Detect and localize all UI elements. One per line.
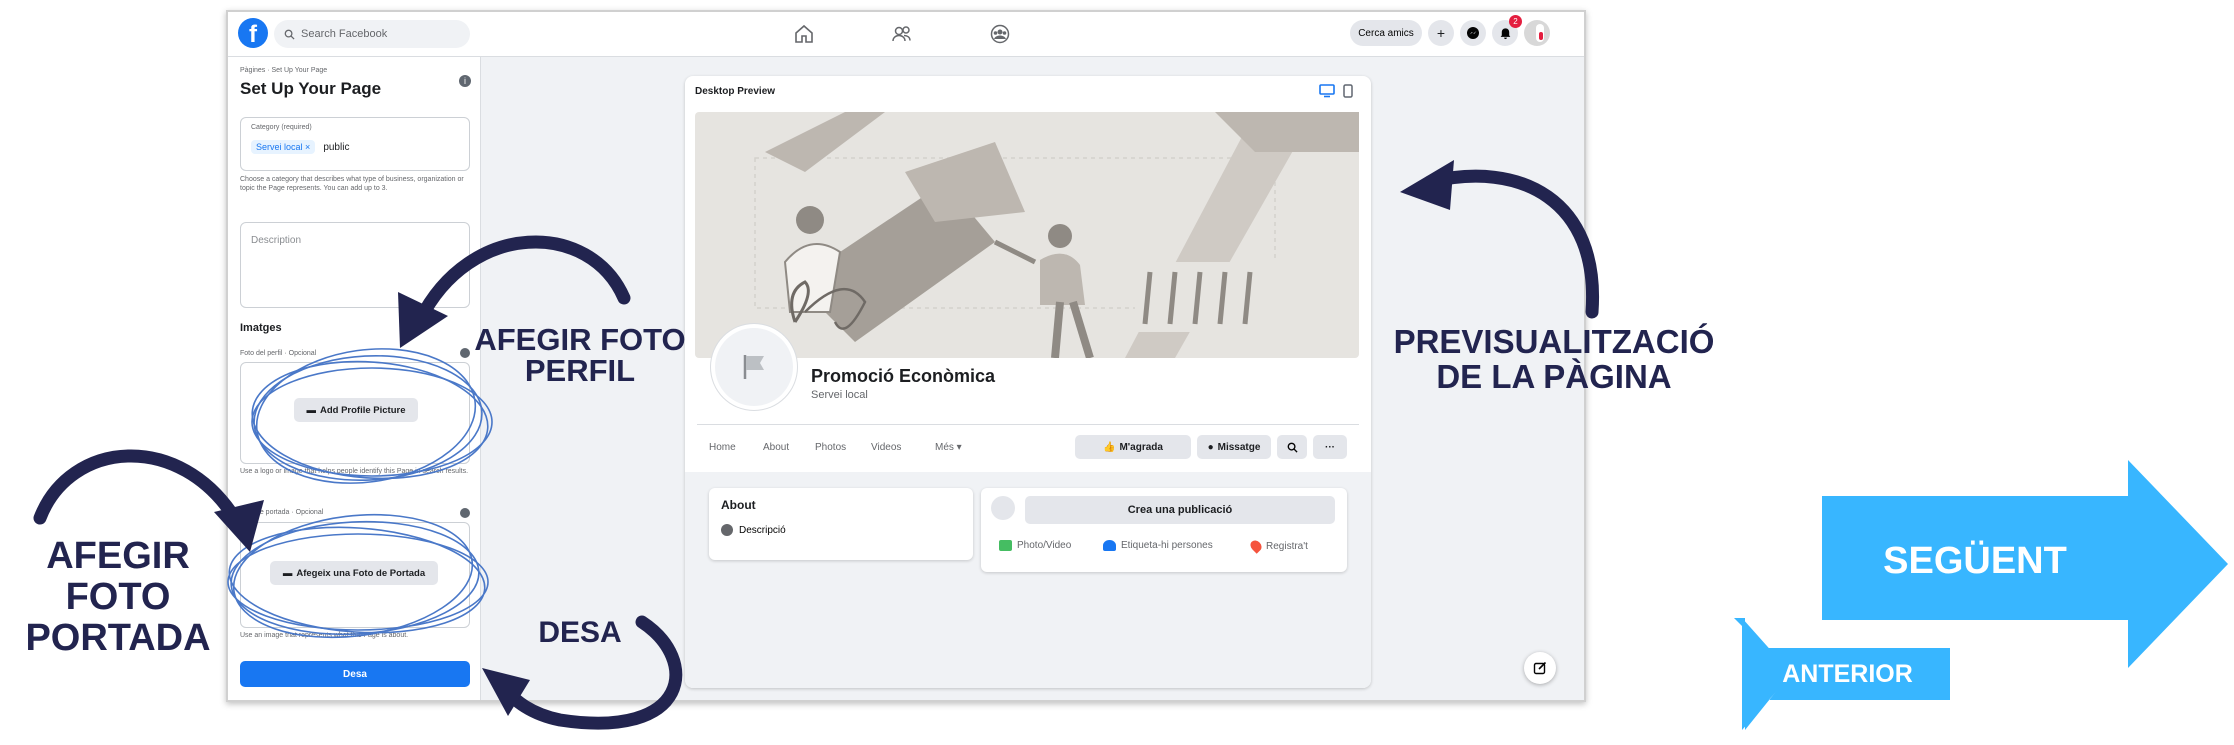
page-preview-annotation: PREVISUALITZACIÓ DE LA PÀGINA — [1366, 324, 1742, 394]
cover-annotation-line3: PORTADA — [25, 617, 211, 659]
next-label[interactable]: SEGÜENT — [1822, 540, 2128, 583]
preview-arrow-head — [1400, 160, 1454, 210]
cover-annotation-line2: FOTO — [65, 576, 171, 618]
add-cover-photo-annotation: AFEGIR FOTO PORTADA — [0, 536, 236, 659]
preview-arrow — [1423, 169, 1600, 319]
cover-scribble-circle — [227, 513, 489, 639]
profile-arrow-head — [398, 292, 448, 348]
preview-annotation-line2: DE LA PÀGINA — [1436, 358, 1672, 395]
profile-scribble-circle — [251, 348, 493, 484]
annotation-overlay — [33, 160, 2228, 730]
profile-annotation-line1: AFEGIR FOTO — [474, 322, 686, 357]
cover-arrow — [33, 449, 243, 527]
cover-annotation-line1: AFEGIR — [46, 535, 190, 577]
profile-arrow — [413, 235, 631, 327]
previous-label[interactable]: ANTERIOR — [1745, 660, 1950, 689]
preview-annotation-line1: PREVISUALITZACIÓ — [1393, 323, 1715, 360]
save-annotation: DESA — [538, 616, 622, 649]
profile-annotation-line2: PERFIL — [524, 353, 636, 388]
add-profile-photo-annotation: AFEGIR FOTO PERFIL — [462, 324, 698, 386]
